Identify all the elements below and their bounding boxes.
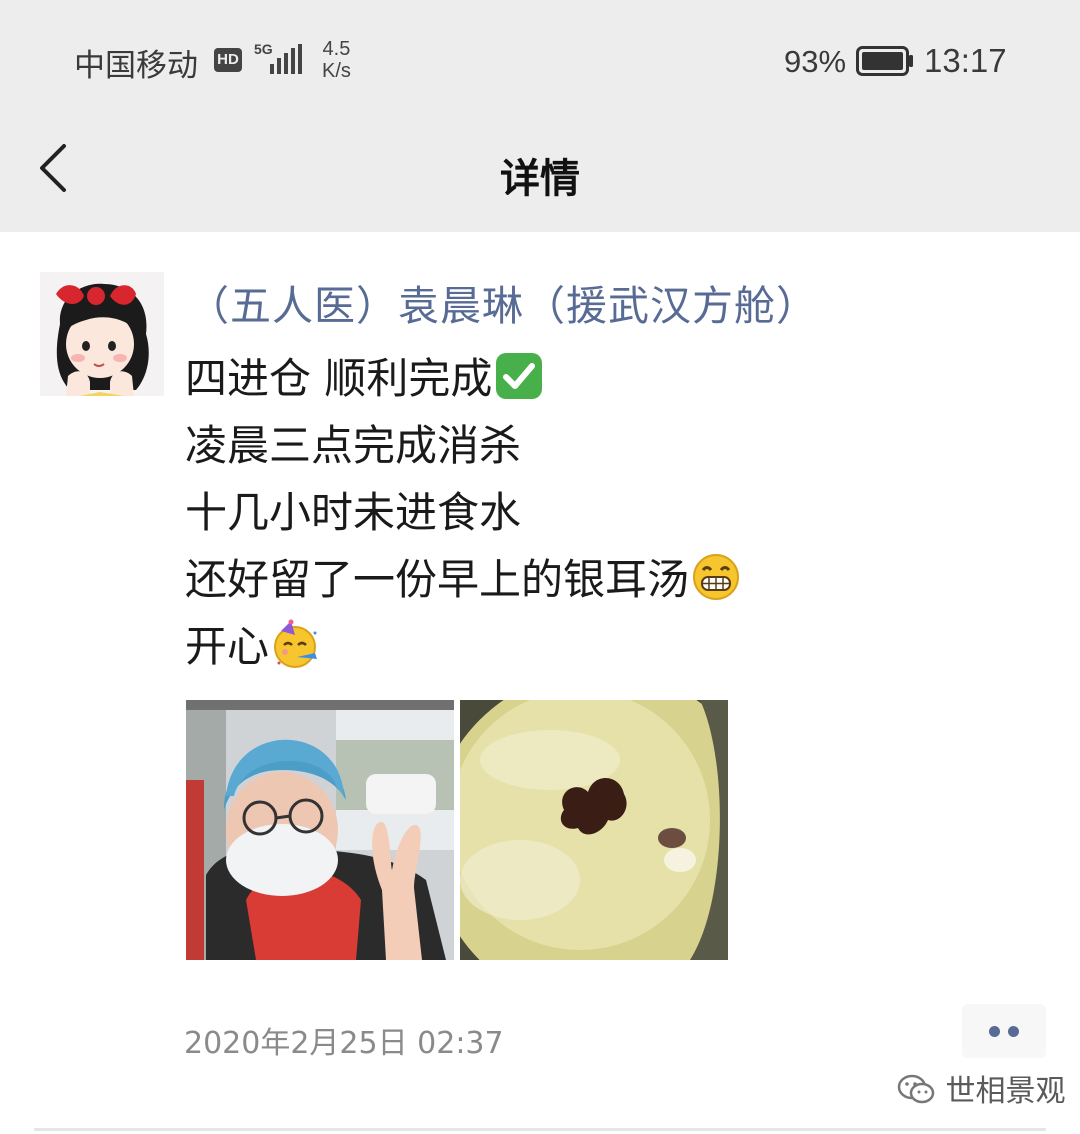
dot-icon <box>989 1026 1000 1037</box>
clock: 13:17 <box>924 42 1007 79</box>
page-title: 详情 <box>500 156 580 202</box>
post-timestamp: 2020年2月25日 02:37 <box>184 1026 504 1061</box>
grinning-face-emoji <box>691 552 741 602</box>
post-text: 四进仓 顺利完成 凌晨三点完成消杀 十几小时未进食水 还好留了一份早上的银耳汤 … <box>185 345 741 680</box>
check-mark-button-emoji <box>494 351 544 401</box>
avatar[interactable] <box>40 272 164 396</box>
battery-percent: 93% <box>784 44 847 79</box>
post-line: 凌晨三点完成消杀 <box>185 412 741 479</box>
selfie-photo[interactable] <box>186 700 454 960</box>
post-line: 还好留了一份早上的银耳汤 <box>185 546 741 613</box>
post-line: 十几小时未进食水 <box>185 479 741 546</box>
post-line-text: 四进仓 顺利完成 <box>185 354 493 403</box>
status-bar: 中国移动 HD 5G 4.5 K/s 93% 13:17 <box>0 0 1080 118</box>
post-line-text: 还好留了一份早上的银耳汤 <box>185 555 690 604</box>
soup-photo[interactable] <box>460 700 728 960</box>
girl-avatar-icon <box>40 272 164 396</box>
speed-unit: K/s <box>322 60 351 82</box>
nav-bar: 详情 <box>0 118 1080 232</box>
speed-value: 4.5 <box>322 38 351 60</box>
author-name[interactable]: （五人医）袁晨琳（援武汉方舱） <box>188 272 818 332</box>
post-line-text: 开心 <box>185 622 270 671</box>
post-line: 四进仓 顺利完成 <box>185 345 741 412</box>
watermark-text: 世相景观 <box>945 1074 1066 1109</box>
partying-face-emoji <box>271 619 321 669</box>
hd-badge: HD <box>214 48 242 72</box>
signal-icon <box>270 44 302 74</box>
carrier-name: 中国移动 <box>74 48 198 84</box>
post-line: 开心 <box>185 613 741 680</box>
network-speed: 4.5 K/s <box>322 38 351 82</box>
post-line-text: 十几小时未进食水 <box>185 488 522 537</box>
watermark: 世相景观 <box>896 1066 1066 1110</box>
divider <box>34 1128 1046 1131</box>
battery-icon <box>856 46 913 76</box>
more-options-button[interactable] <box>962 1004 1046 1058</box>
wechat-channel-icon <box>897 1074 935 1104</box>
post-line-text: 凌晨三点完成消杀 <box>185 421 522 470</box>
dot-icon <box>1008 1026 1019 1037</box>
